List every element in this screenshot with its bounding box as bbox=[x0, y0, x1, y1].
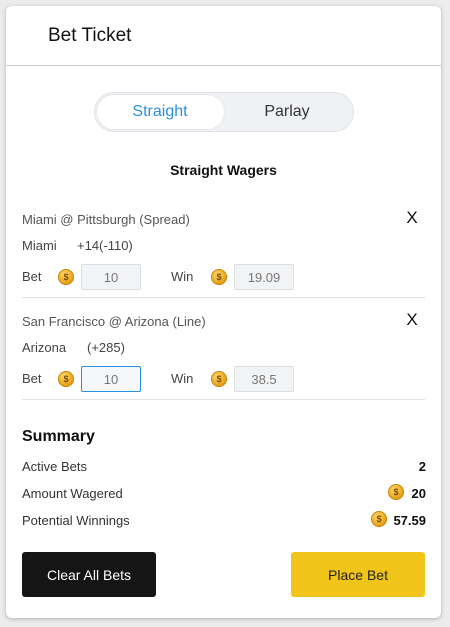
potential-winnings-value: 57.59 bbox=[393, 513, 426, 528]
active-bets-value: 2 bbox=[418, 459, 426, 474]
summary-potential-winnings: Potential Winnings $ 57.59 bbox=[22, 511, 426, 528]
wager-item: Miami @ Pittsburgh (Spread) X Miami +14(… bbox=[22, 206, 425, 298]
coin-icon: $ bbox=[58, 269, 74, 285]
selection-odds: (+285) bbox=[87, 340, 125, 355]
wager-title: San Francisco @ Arizona (Line) bbox=[22, 314, 206, 329]
win-label: Win bbox=[171, 269, 194, 284]
clear-all-bets-button[interactable]: Clear All Bets bbox=[22, 552, 156, 597]
selection-odds: +14(-110) bbox=[77, 238, 133, 253]
summary-amount-wagered: Amount Wagered $ 20 bbox=[22, 484, 426, 501]
selection-team: Arizona bbox=[22, 340, 67, 355]
bet-label: Bet bbox=[22, 371, 42, 386]
win-amount-field bbox=[234, 366, 294, 392]
toggle-parlay[interactable]: Parlay bbox=[224, 95, 351, 129]
bet-type-toggle-wrap: Straight Parlay bbox=[6, 92, 441, 132]
bet-amount-input[interactable] bbox=[81, 366, 141, 392]
bet-type-toggle: Straight Parlay bbox=[93, 92, 354, 132]
wager-item: San Francisco @ Arizona (Line) X Arizona… bbox=[22, 308, 425, 400]
win-label: Win bbox=[171, 371, 194, 386]
coin-icon: $ bbox=[388, 484, 404, 500]
coin-icon: $ bbox=[211, 371, 227, 387]
coin-icon: $ bbox=[58, 371, 74, 387]
remove-wager-button[interactable]: X bbox=[403, 310, 421, 329]
bet-ticket-panel: Bet Ticket Straight Parlay Straight Wage… bbox=[6, 6, 441, 618]
summary-active-bets: Active Bets 2 bbox=[22, 459, 426, 474]
bet-label: Bet bbox=[22, 269, 42, 284]
place-bet-button[interactable]: Place Bet bbox=[291, 552, 425, 597]
straight-wagers-heading: Straight Wagers bbox=[170, 162, 277, 178]
active-bets-label: Active Bets bbox=[22, 459, 88, 474]
potential-winnings-label: Potential Winnings bbox=[22, 513, 130, 528]
amount-wagered-value: 20 bbox=[411, 486, 426, 501]
selection-team: Miami bbox=[22, 238, 57, 253]
amount-wagered-label: Amount Wagered bbox=[22, 486, 123, 501]
win-amount-field bbox=[234, 264, 294, 290]
summary-title: Summary bbox=[22, 428, 95, 445]
ticket-title: Bet Ticket bbox=[48, 24, 132, 46]
wager-title: Miami @ Pittsburgh (Spread) bbox=[22, 212, 190, 227]
ticket-header: Bet Ticket bbox=[6, 6, 441, 66]
toggle-straight[interactable]: Straight bbox=[96, 95, 224, 129]
coin-icon: $ bbox=[211, 269, 227, 285]
coin-icon: $ bbox=[371, 511, 387, 527]
remove-wager-button[interactable]: X bbox=[403, 208, 421, 227]
bet-amount-input[interactable] bbox=[81, 264, 141, 290]
